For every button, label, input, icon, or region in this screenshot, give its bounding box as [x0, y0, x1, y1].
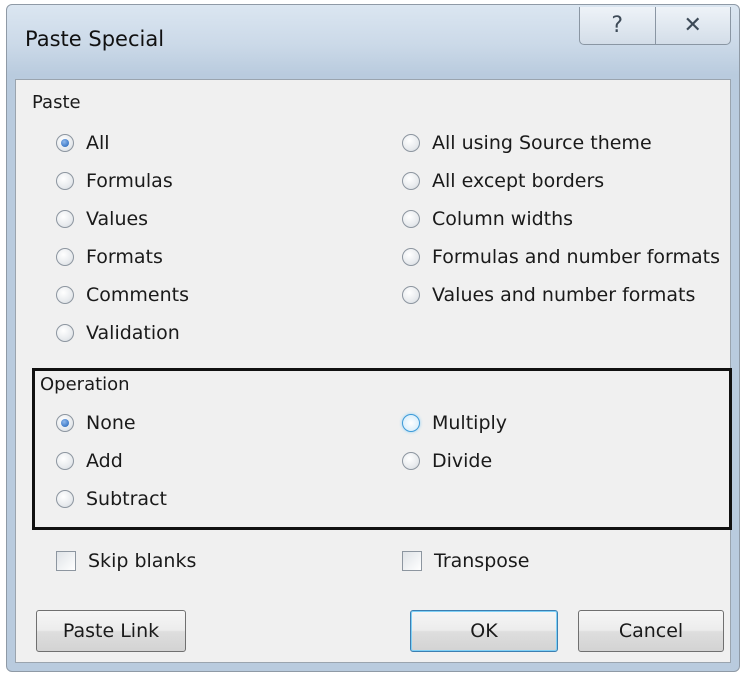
radio-icon — [402, 452, 420, 470]
radio-icon — [56, 452, 74, 470]
operation-option-divide[interactable]: Divide — [402, 450, 492, 472]
dialog-body: Paste All Formulas Values Formats Commen… — [15, 79, 732, 663]
option-label: Subtract — [86, 488, 167, 510]
paste-option-column-widths[interactable]: Column widths — [402, 208, 573, 230]
operation-option-subtract[interactable]: Subtract — [56, 488, 167, 510]
option-label: Add — [86, 450, 123, 472]
checkbox-label: Skip blanks — [88, 550, 197, 572]
radio-icon — [402, 210, 420, 228]
radio-icon — [56, 172, 74, 190]
ok-button[interactable]: OK — [410, 610, 558, 652]
paste-link-button[interactable]: Paste Link — [36, 610, 186, 652]
title-bar[interactable]: Paste Special ? ✕ — [7, 5, 739, 79]
paste-option-formats[interactable]: Formats — [56, 246, 163, 268]
paste-section-label: Paste — [32, 92, 81, 113]
paste-option-values-and-number-formats[interactable]: Values and number formats — [402, 284, 695, 306]
radio-icon — [402, 414, 420, 432]
option-label: Formulas — [86, 170, 173, 192]
dialog-title: Paste Special — [25, 27, 165, 51]
operation-option-add[interactable]: Add — [56, 450, 123, 472]
operation-option-multiply[interactable]: Multiply — [402, 412, 507, 434]
option-label: Formulas and number formats — [432, 246, 721, 268]
help-button[interactable]: ? — [580, 7, 655, 44]
option-label: Column widths — [432, 208, 574, 230]
option-label: All — [86, 132, 110, 154]
option-label: Formats — [86, 246, 163, 268]
radio-icon — [56, 210, 74, 228]
paste-special-dialog: Paste Special ? ✕ Paste All Formulas Val… — [6, 4, 740, 672]
operation-section-label: Operation — [40, 374, 130, 395]
radio-icon — [402, 286, 420, 304]
radio-icon — [402, 248, 420, 266]
option-label: Values — [86, 208, 149, 230]
paste-option-all[interactable]: All — [56, 132, 110, 154]
paste-option-all-using-source-theme[interactable]: All using Source theme — [402, 132, 652, 154]
radio-icon — [56, 248, 74, 266]
paste-option-comments[interactable]: Comments — [56, 284, 189, 306]
radio-icon — [56, 286, 74, 304]
option-label: Validation — [86, 322, 180, 344]
close-icon: ✕ — [683, 13, 702, 38]
paste-option-values[interactable]: Values — [56, 208, 148, 230]
option-label: Divide — [432, 450, 493, 472]
title-bar-buttons: ? ✕ — [579, 7, 731, 45]
paste-option-formulas[interactable]: Formulas — [56, 170, 173, 192]
skip-blanks-checkbox[interactable]: Skip blanks — [56, 550, 196, 572]
cancel-button[interactable]: Cancel — [578, 610, 724, 652]
option-label: Values and number formats — [432, 284, 696, 306]
option-label: All except borders — [432, 170, 605, 192]
checkbox-icon — [56, 551, 76, 571]
checkbox-icon — [402, 551, 422, 571]
option-label: All using Source theme — [432, 132, 652, 154]
close-button[interactable]: ✕ — [654, 7, 731, 44]
option-label: Comments — [86, 284, 189, 306]
help-icon: ? — [611, 13, 624, 38]
operation-option-none[interactable]: None — [56, 412, 136, 434]
paste-option-formulas-and-number-formats[interactable]: Formulas and number formats — [402, 246, 720, 268]
paste-option-all-except-borders[interactable]: All except borders — [402, 170, 604, 192]
radio-icon — [56, 134, 74, 152]
transpose-checkbox[interactable]: Transpose — [402, 550, 529, 572]
option-label: None — [86, 412, 136, 434]
radio-icon — [402, 172, 420, 190]
radio-icon — [56, 490, 74, 508]
radio-icon — [402, 134, 420, 152]
checkbox-label: Transpose — [434, 550, 530, 572]
radio-icon — [56, 414, 74, 432]
option-label: Multiply — [432, 412, 508, 434]
radio-icon — [56, 324, 74, 342]
paste-option-validation[interactable]: Validation — [56, 322, 180, 344]
